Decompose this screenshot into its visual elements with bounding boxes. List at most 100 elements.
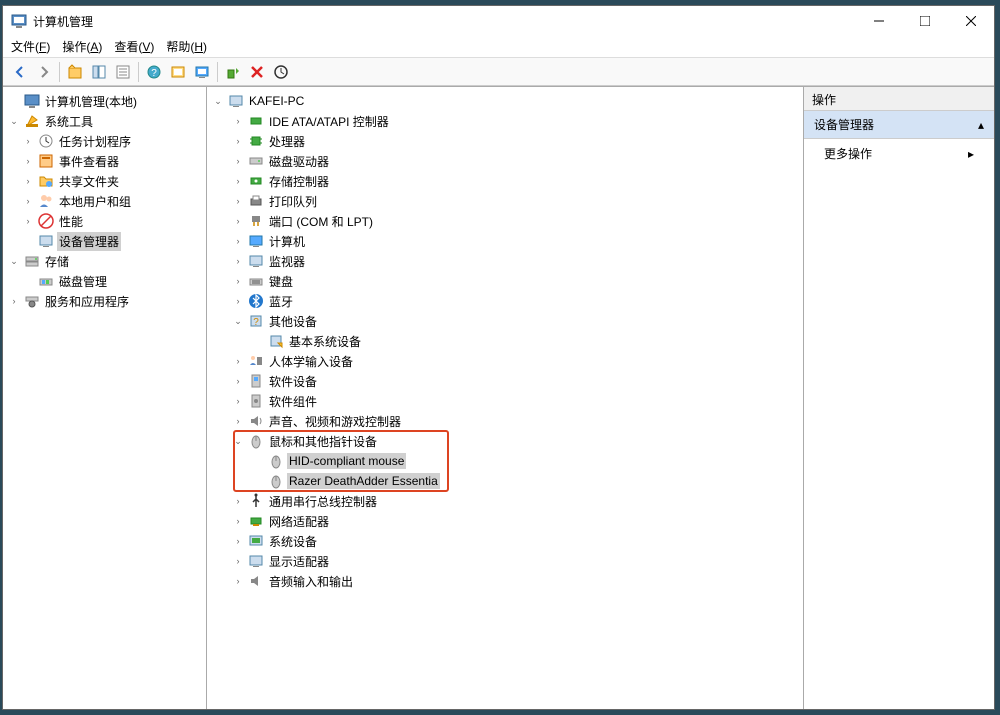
- toolbar: ?: [3, 58, 994, 86]
- chevron-right-icon[interactable]: ›: [231, 554, 245, 568]
- chevron-right-icon[interactable]: ›: [231, 114, 245, 128]
- chevron-down-icon[interactable]: ⌄: [211, 94, 225, 108]
- mouse-icon: [248, 433, 264, 449]
- maximize-button[interactable]: [902, 6, 948, 36]
- minimize-button[interactable]: [856, 6, 902, 36]
- tree-root[interactable]: 计算机管理(本地): [5, 91, 204, 111]
- close-button[interactable]: [948, 6, 994, 36]
- actions-header: 操作: [804, 87, 994, 111]
- chevron-right-icon[interactable]: ›: [231, 234, 245, 248]
- chevron-right-icon[interactable]: ›: [231, 514, 245, 528]
- chevron-right-icon[interactable]: ›: [21, 194, 35, 208]
- device-mouse-razer[interactable]: Razer DeathAdder Essentia: [209, 471, 801, 491]
- toolbar-icon-1[interactable]: [167, 61, 189, 83]
- chevron-right-icon[interactable]: ›: [231, 274, 245, 288]
- enable-button[interactable]: [222, 61, 244, 83]
- menu-view[interactable]: 查看(V): [114, 38, 154, 55]
- back-button[interactable]: [9, 61, 31, 83]
- device-ports[interactable]: ›端口 (COM 和 LPT): [209, 211, 801, 231]
- properties-button[interactable]: [112, 61, 134, 83]
- device-software-comp[interactable]: ›软件组件: [209, 391, 801, 411]
- tree-system-tools[interactable]: ⌄系统工具: [5, 111, 204, 131]
- chevron-right-icon[interactable]: ›: [231, 254, 245, 268]
- device-audio[interactable]: ›音频输入和输出: [209, 571, 801, 591]
- chevron-right-icon[interactable]: ›: [231, 574, 245, 588]
- tree-services[interactable]: ›服务和应用程序: [5, 291, 204, 311]
- menubar: 文件(F) 操作(A) 查看(V) 帮助(H): [3, 36, 994, 58]
- chevron-right-icon[interactable]: ›: [21, 154, 35, 168]
- chevron-right-icon[interactable]: ›: [231, 174, 245, 188]
- device-usb[interactable]: ›通用串行总线控制器: [209, 491, 801, 511]
- collapse-icon[interactable]: ▴: [978, 118, 984, 132]
- chevron-right-icon[interactable]: ›: [21, 214, 35, 228]
- mouse-icon: [268, 473, 284, 489]
- show-hide-button[interactable]: [88, 61, 110, 83]
- device-bluetooth[interactable]: ›蓝牙: [209, 291, 801, 311]
- device-hid[interactable]: ›人体学输入设备: [209, 351, 801, 371]
- device-monitors[interactable]: ›监视器: [209, 251, 801, 271]
- disable-button[interactable]: [246, 61, 268, 83]
- chevron-down-icon[interactable]: ⌄: [7, 114, 21, 128]
- device-computer[interactable]: ›计算机: [209, 231, 801, 251]
- tree-storage[interactable]: ⌄存储: [5, 251, 204, 271]
- tree-disk-mgmt[interactable]: 磁盘管理: [5, 271, 204, 291]
- navigation-tree: 计算机管理(本地) ⌄系统工具 ›任务计划程序 ›事件查看器 ›共享文件夹 ›本…: [3, 87, 207, 709]
- device-keyboards[interactable]: ›键盘: [209, 271, 801, 291]
- tree-task-scheduler[interactable]: ›任务计划程序: [5, 131, 204, 151]
- chevron-down-icon[interactable]: ⌄: [7, 254, 21, 268]
- device-print-queues[interactable]: ›打印队列: [209, 191, 801, 211]
- device-cpu[interactable]: ›处理器: [209, 131, 801, 151]
- tree-event-viewer[interactable]: ›事件查看器: [5, 151, 204, 171]
- device-sound[interactable]: ›声音、视频和游戏控制器: [209, 411, 801, 431]
- device-system[interactable]: ›系统设备: [209, 531, 801, 551]
- chevron-right-icon[interactable]: ›: [231, 154, 245, 168]
- menu-help[interactable]: 帮助(H): [166, 38, 207, 55]
- scan-hardware-button[interactable]: [191, 61, 213, 83]
- chevron-right-icon[interactable]: ›: [231, 294, 245, 308]
- tree-shared-folders[interactable]: ›共享文件夹: [5, 171, 204, 191]
- device-network[interactable]: ›网络适配器: [209, 511, 801, 531]
- chevron-right-icon[interactable]: ›: [231, 534, 245, 548]
- chevron-down-icon[interactable]: ⌄: [231, 434, 245, 448]
- device-mice[interactable]: ⌄鼠标和其他指针设备: [209, 431, 801, 451]
- computer-management-window: 计算机管理 文件(F) 操作(A) 查看(V) 帮助(H) ? 计算机管理(本地…: [2, 5, 995, 710]
- device-display[interactable]: ›显示适配器: [209, 551, 801, 571]
- device-base-system[interactable]: 基本系统设备: [209, 331, 801, 351]
- device-storage-ctrl[interactable]: ›存储控制器: [209, 171, 801, 191]
- actions-section[interactable]: 设备管理器 ▴: [804, 111, 994, 139]
- chevron-right-icon[interactable]: ›: [231, 194, 245, 208]
- forward-button[interactable]: [33, 61, 55, 83]
- tree-device-manager[interactable]: 设备管理器: [5, 231, 204, 251]
- tree-performance[interactable]: ›性能: [5, 211, 204, 231]
- chevron-right-icon[interactable]: ›: [231, 374, 245, 388]
- chevron-right-icon[interactable]: ›: [231, 394, 245, 408]
- chevron-right-icon[interactable]: ›: [231, 214, 245, 228]
- chevron-right-icon[interactable]: ›: [21, 174, 35, 188]
- chevron-right-icon[interactable]: ›: [21, 134, 35, 148]
- chevron-right-icon[interactable]: ›: [231, 414, 245, 428]
- chevron-right-icon[interactable]: ›: [231, 134, 245, 148]
- chevron-right-icon[interactable]: ›: [7, 294, 21, 308]
- more-actions-item[interactable]: 更多操作 ▸: [804, 139, 994, 168]
- window-title: 计算机管理: [33, 13, 856, 30]
- chevron-right-icon[interactable]: ›: [231, 354, 245, 368]
- chevron-right-icon[interactable]: ›: [231, 494, 245, 508]
- menu-action[interactable]: 操作(A): [62, 38, 102, 55]
- help-button[interactable]: ?: [143, 61, 165, 83]
- update-driver-button[interactable]: [270, 61, 292, 83]
- tree-local-users[interactable]: ›本地用户和组: [5, 191, 204, 211]
- actions-panel: 操作 设备管理器 ▴ 更多操作 ▸: [804, 87, 994, 709]
- menu-file[interactable]: 文件(F): [11, 38, 50, 55]
- device-other[interactable]: ⌄?其他设备: [209, 311, 801, 331]
- mouse-icon: [268, 453, 284, 469]
- chevron-right-icon: ▸: [968, 147, 974, 161]
- content-area: 计算机管理(本地) ⌄系统工具 ›任务计划程序 ›事件查看器 ›共享文件夹 ›本…: [3, 86, 994, 709]
- device-mouse-hid[interactable]: HID-compliant mouse: [209, 451, 801, 471]
- up-button[interactable]: [64, 61, 86, 83]
- device-disk-drives[interactable]: ›磁盘驱动器: [209, 151, 801, 171]
- device-root[interactable]: ⌄KAFEI-PC: [209, 91, 801, 111]
- chevron-down-icon[interactable]: ⌄: [231, 314, 245, 328]
- svg-text:?: ?: [151, 68, 157, 79]
- device-software[interactable]: ›软件设备: [209, 371, 801, 391]
- device-ide[interactable]: ›IDE ATA/ATAPI 控制器: [209, 111, 801, 131]
